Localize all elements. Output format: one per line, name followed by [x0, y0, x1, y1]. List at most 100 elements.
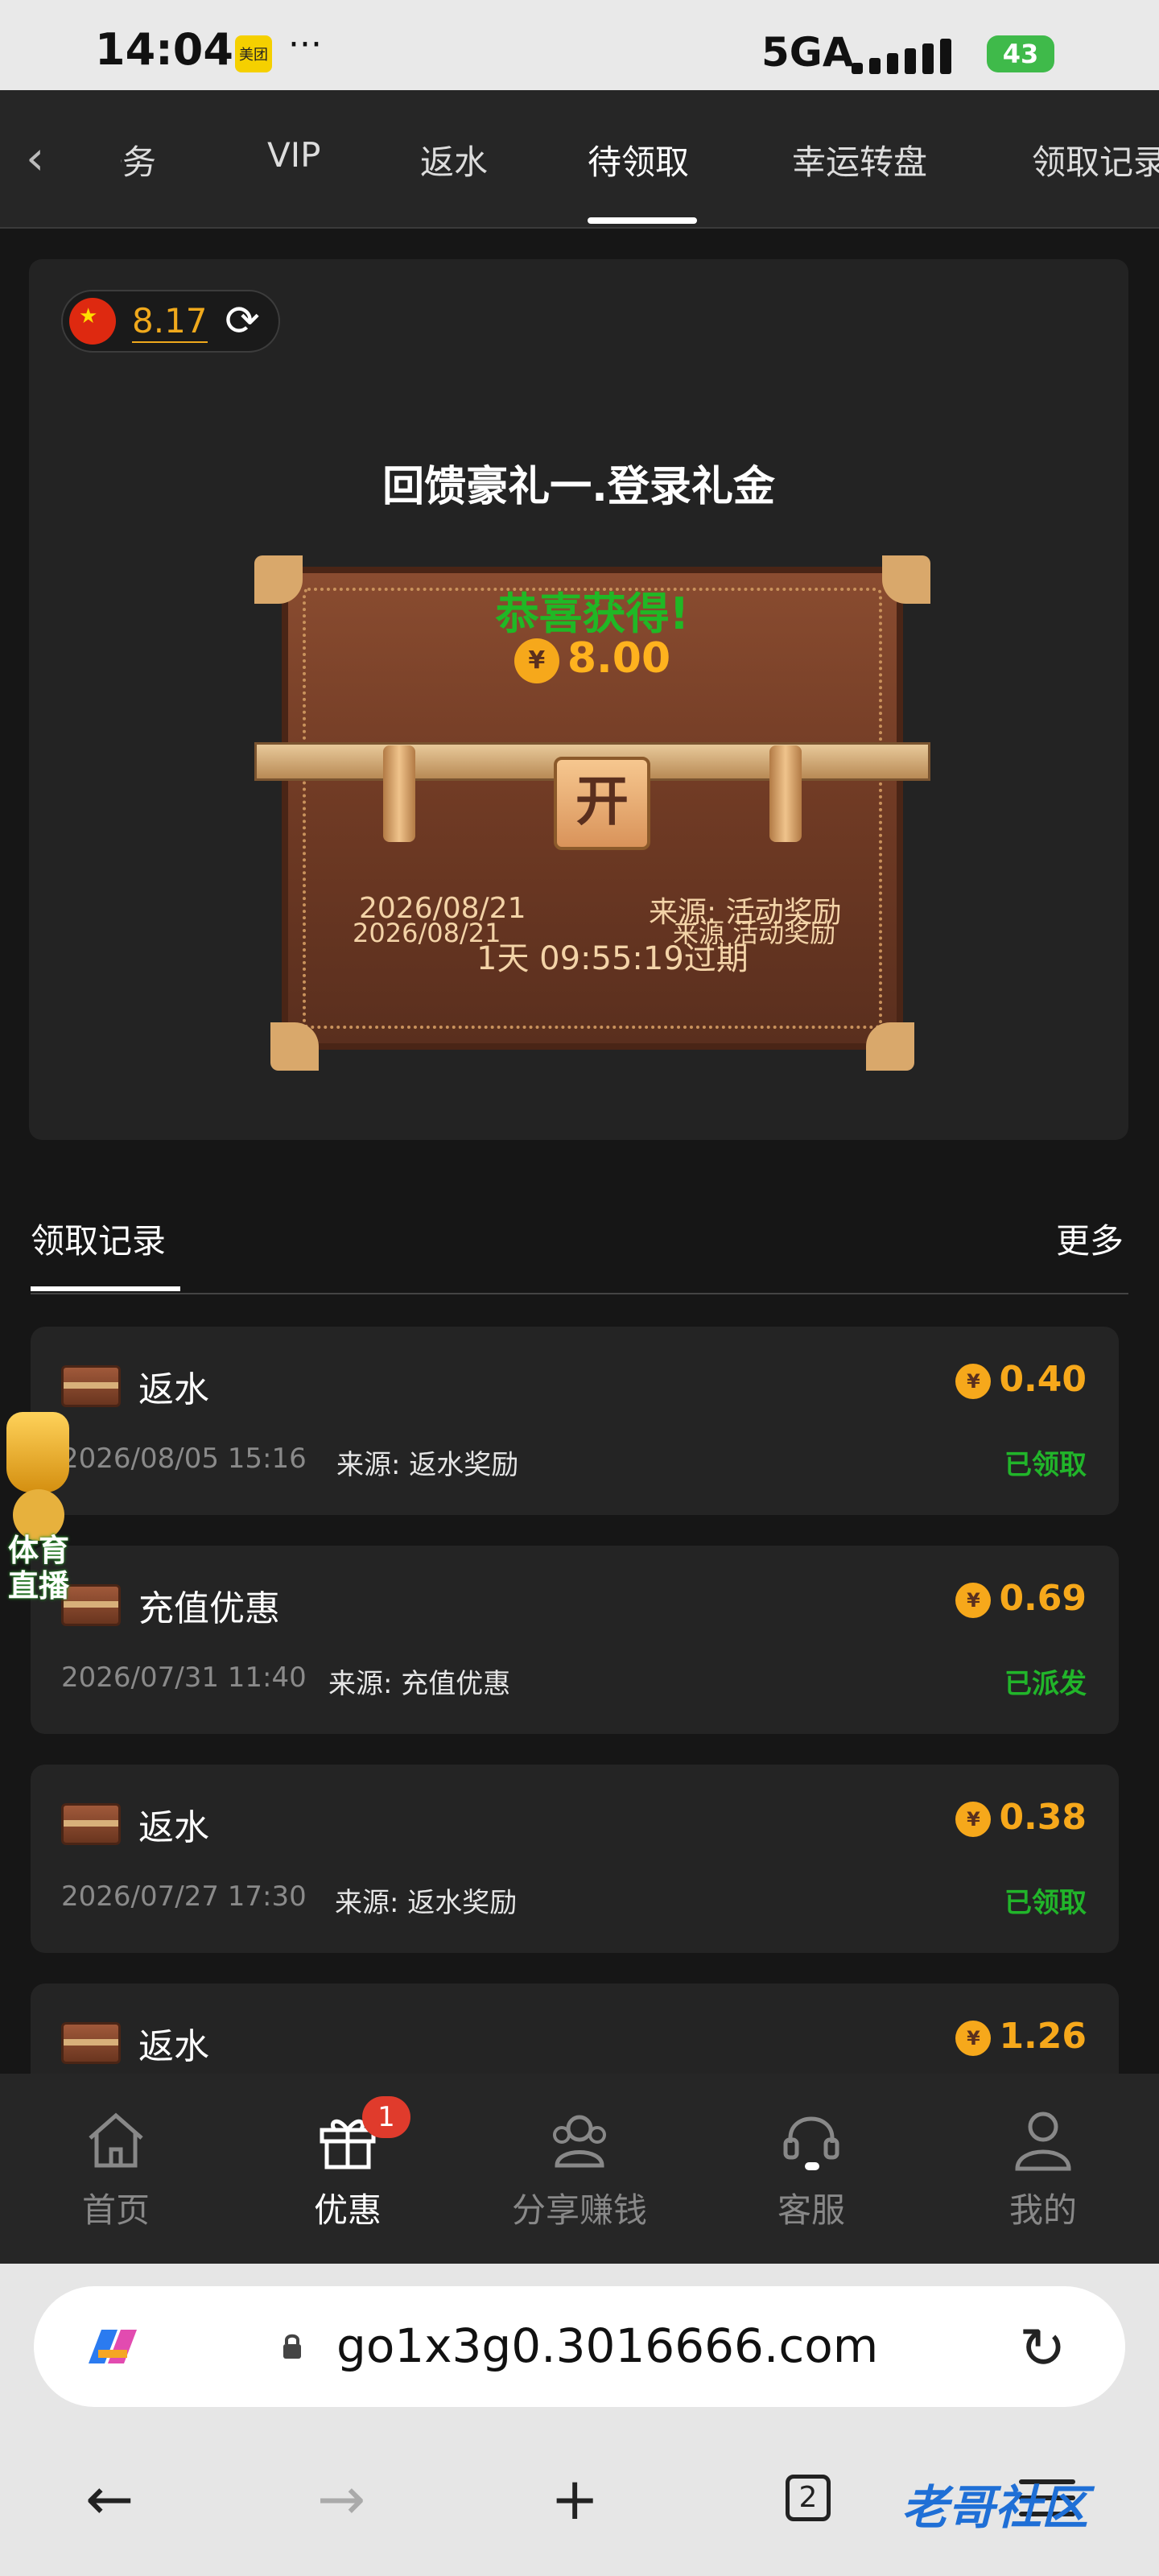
- network-type: 5GA: [761, 29, 854, 76]
- nav-home-label: 首页: [81, 2190, 150, 2230]
- records-divider: [31, 1293, 1128, 1294]
- chest-icon: [61, 2022, 121, 2064]
- headset-icon: [783, 2116, 839, 2170]
- prize-amount: ¥8.00: [254, 634, 930, 683]
- record-amount-value: 0.69: [999, 1578, 1087, 1619]
- record-status: 已领取: [1004, 1887, 1087, 1919]
- lock-icon: [283, 2334, 301, 2359]
- records-title[interactable]: 领取记录: [31, 1214, 166, 1263]
- chest-corner: [270, 1022, 319, 1071]
- more-notifications-icon: ···: [288, 24, 322, 65]
- trophy-icon: [6, 1412, 69, 1492]
- china-flag-icon: [69, 298, 116, 345]
- gift-title: 回馈豪礼一.登录礼金: [382, 463, 775, 511]
- records-tab-indicator: [31, 1286, 180, 1291]
- record-amount-value: 0.38: [999, 1797, 1087, 1838]
- record-type: 充值优惠: [138, 1588, 280, 1629]
- bottom-nav: 首页 1 优惠 分享赚钱 客服 我的: [0, 2074, 1159, 2264]
- coin-icon: ¥: [955, 2021, 992, 2056]
- coin-icon: ¥: [955, 1583, 992, 1618]
- nav-promo-label: 优惠: [313, 2190, 382, 2230]
- chest-latch: [383, 745, 415, 842]
- record-card[interactable]: 返水 ¥0.40 2026/08/05 15:16 来源: 返水奖励 已领取: [31, 1327, 1119, 1515]
- record-amount: ¥0.40: [955, 1359, 1087, 1400]
- record-amount-value: 0.40: [999, 1359, 1087, 1400]
- nav-support[interactable]: 客服: [731, 2106, 892, 2232]
- clock: 14:04: [95, 24, 233, 75]
- coin-icon: ¥: [514, 638, 559, 683]
- tab-clip: 任务: [121, 135, 172, 184]
- tab-claim-records[interactable]: 领取记录: [1032, 135, 1159, 184]
- browser-forward-icon[interactable]: →: [317, 2465, 365, 2533]
- nav-share[interactable]: 分享赚钱: [499, 2106, 660, 2232]
- signal-icon: [852, 39, 969, 74]
- record-amount: ¥1.26: [955, 2016, 1087, 2057]
- record-source: 来源: 返水奖励: [336, 1449, 519, 1481]
- tab-rebate[interactable]: 返水: [420, 135, 488, 184]
- tabs-count-button[interactable]: 2: [786, 2475, 831, 2521]
- tab-vip[interactable]: VIP: [267, 135, 320, 175]
- record-amount: ¥0.69: [955, 1578, 1087, 1619]
- address-bar[interactable]: go1x3g0.3016666.com ↻: [34, 2286, 1125, 2407]
- active-tab-indicator: [588, 217, 697, 224]
- record-amount-value: 1.26: [999, 2016, 1087, 2057]
- record-type: 返水: [138, 1807, 209, 1848]
- chest-icon: [61, 1365, 121, 1407]
- nav-promo[interactable]: 1 优惠: [267, 2096, 428, 2232]
- promo-badge: 1: [362, 2096, 410, 2138]
- record-source: 来源: 返水奖励: [335, 1887, 518, 1919]
- record-time: 2026/07/31 11:40: [61, 1662, 307, 1694]
- browser-chrome: go1x3g0.3016666.com ↻ ← → + 2 老哥社区: [0, 2264, 1159, 2576]
- record-time: 2026/08/05 15:16: [61, 1443, 307, 1475]
- chest-icon: [61, 1803, 121, 1845]
- more-link[interactable]: 更多: [1056, 1214, 1124, 1263]
- nav-support-label: 客服: [777, 2190, 845, 2230]
- record-card[interactable]: 返水 ¥0.38 2026/07/27 17:30 来源: 返水奖励 已领取: [31, 1765, 1119, 1953]
- url-text[interactable]: go1x3g0.3016666.com: [336, 2318, 878, 2373]
- back-chevron-icon[interactable]: ‹: [26, 130, 74, 187]
- user-icon: [1015, 2112, 1071, 2171]
- record-type: 返水: [138, 1369, 209, 1410]
- chest-latch: [769, 745, 802, 842]
- nav-home[interactable]: 首页: [35, 2106, 196, 2232]
- balance-value: 8.17: [132, 301, 208, 343]
- treasure-chest[interactable]: 开 恭喜获得! ¥8.00 2026/08/21 2026/08/21 来源: …: [254, 555, 930, 1071]
- nav-share-label: 分享赚钱: [511, 2190, 647, 2230]
- record-status: 已派发: [1004, 1668, 1087, 1700]
- gift-panel: 8.17 ⟳ 回馈豪礼一.登录礼金 开 恭喜获得! ¥8.00 2026/08/…: [29, 259, 1128, 1140]
- new-tab-icon[interactable]: +: [551, 2465, 599, 2533]
- watermark-logo: 老哥社区: [901, 2480, 1089, 2535]
- sports-live-line1: 体育: [7, 1533, 69, 1568]
- sports-live-line2: 直播: [7, 1568, 69, 1604]
- record-time: 2026/07/27 17:30: [61, 1880, 307, 1913]
- browser-back-icon[interactable]: ←: [85, 2465, 134, 2533]
- record-status: 已领取: [1004, 1449, 1087, 1481]
- copilot-icon[interactable]: [82, 2322, 143, 2373]
- record-source: 来源: 充值优惠: [328, 1668, 511, 1700]
- open-lock-button[interactable]: 开: [554, 757, 650, 850]
- record-amount: ¥0.38: [955, 1797, 1087, 1838]
- refresh-icon[interactable]: ⟳: [219, 298, 266, 345]
- battery-icon: 43: [987, 35, 1054, 72]
- promo-tab-bar: ‹ 任务 VIP 返水 待领取 幸运转盘 领取记录: [0, 90, 1159, 229]
- reload-icon[interactable]: ↻: [1019, 2315, 1066, 2381]
- chest-corner: [866, 1022, 914, 1071]
- coin-icon: ¥: [955, 1802, 992, 1837]
- status-bar: 14:04 美团 ··· 5GA 43: [0, 0, 1159, 90]
- sports-live-float-button[interactable]: 体育 直播: [0, 1412, 77, 1605]
- tab-lucky-wheel[interactable]: 幸运转盘: [792, 135, 927, 184]
- nav-mine-label: 我的: [1008, 2190, 1077, 2230]
- coin-icon: ¥: [955, 1364, 992, 1399]
- tab-task[interactable]: 任务: [121, 135, 156, 184]
- share-icon: [553, 2115, 606, 2168]
- record-card[interactable]: 充值优惠 ¥0.69 2026/07/31 11:40 来源: 充值优惠 已派发: [31, 1546, 1119, 1734]
- nav-mine[interactable]: 我的: [963, 2106, 1124, 2232]
- meituan-notification-icon: 美团: [235, 35, 272, 72]
- sports-live-label: 体育 直播: [0, 1533, 77, 1604]
- home-icon: [89, 2112, 143, 2168]
- balance-pill: 8.17 ⟳: [61, 290, 280, 353]
- gift-expiry: 1天 09:55:19过期: [476, 940, 749, 977]
- prize-value: 8.00: [567, 634, 671, 683]
- tab-pending[interactable]: 待领取: [588, 135, 689, 184]
- record-type: 返水: [138, 2026, 209, 2067]
